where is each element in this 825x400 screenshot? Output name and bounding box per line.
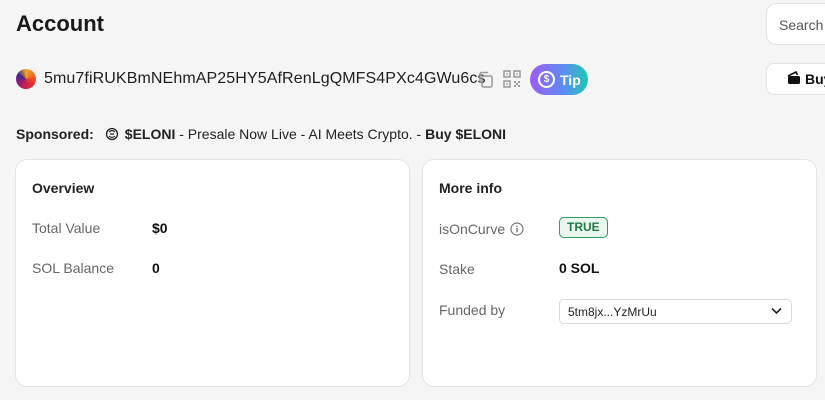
funded-by-value: 5tm8jx...YzMrUu (568, 305, 657, 319)
is-on-curve-row: isOnCurve (439, 221, 524, 237)
eloni-token-icon (105, 127, 118, 141)
more-info-title: More info (439, 180, 502, 196)
overview-card: Overview Total Value $0 SOL Balance 0 (15, 159, 410, 387)
copy-icon[interactable] (477, 71, 494, 88)
stake-label: Stake (439, 261, 475, 277)
sponsored-banner[interactable]: Sponsored: $ELONI - Presale Now Live - A… (16, 126, 506, 142)
info-icon[interactable] (510, 222, 524, 236)
wallet-icon (787, 71, 800, 84)
sponsored-label: Sponsored: (16, 126, 94, 142)
stake-value: 0 SOL (559, 260, 600, 276)
funded-by-select[interactable]: 5tm8jx...YzMrUu (559, 299, 792, 324)
chevron-down-icon (771, 307, 782, 315)
tip-button[interactable]: $ Tip (530, 64, 588, 95)
total-value-label: Total Value (32, 220, 101, 236)
more-info-card: More info isOnCurve TRUE Stake 0 SOL Fun… (422, 159, 817, 387)
sol-balance-label: SOL Balance (32, 260, 114, 276)
sponsored-cta-link[interactable]: Buy $ELONI (425, 126, 506, 142)
sponsored-token[interactable]: $ELONI (125, 126, 176, 142)
buy-label: Buy (805, 71, 825, 87)
search-input[interactable]: Search (766, 3, 825, 45)
dollar-circle-icon: $ (538, 71, 555, 88)
qr-code-icon[interactable] (503, 70, 521, 88)
page-title: Account (16, 11, 104, 36)
total-value: $0 (152, 220, 168, 236)
avatar (16, 69, 36, 89)
is-on-curve-badge: TRUE (559, 217, 608, 238)
account-address-row: 5mu7fiRUKBmNEhmAP25HY5AfRenLgQMFS4PXc4GW… (16, 64, 616, 95)
sol-balance-value: 0 (152, 260, 160, 276)
overview-title: Overview (32, 180, 95, 196)
buy-button[interactable]: Buy (766, 63, 825, 95)
funded-by-label: Funded by (439, 302, 506, 318)
account-address: 5mu7fiRUKBmNEhmAP25HY5AfRenLgQMFS4PXc4GW… (44, 70, 486, 87)
sponsored-text: - Presale Now Live - AI Meets Crypto. - (175, 126, 426, 142)
tip-label: Tip (560, 71, 581, 88)
is-on-curve-label: isOnCurve (439, 221, 506, 237)
